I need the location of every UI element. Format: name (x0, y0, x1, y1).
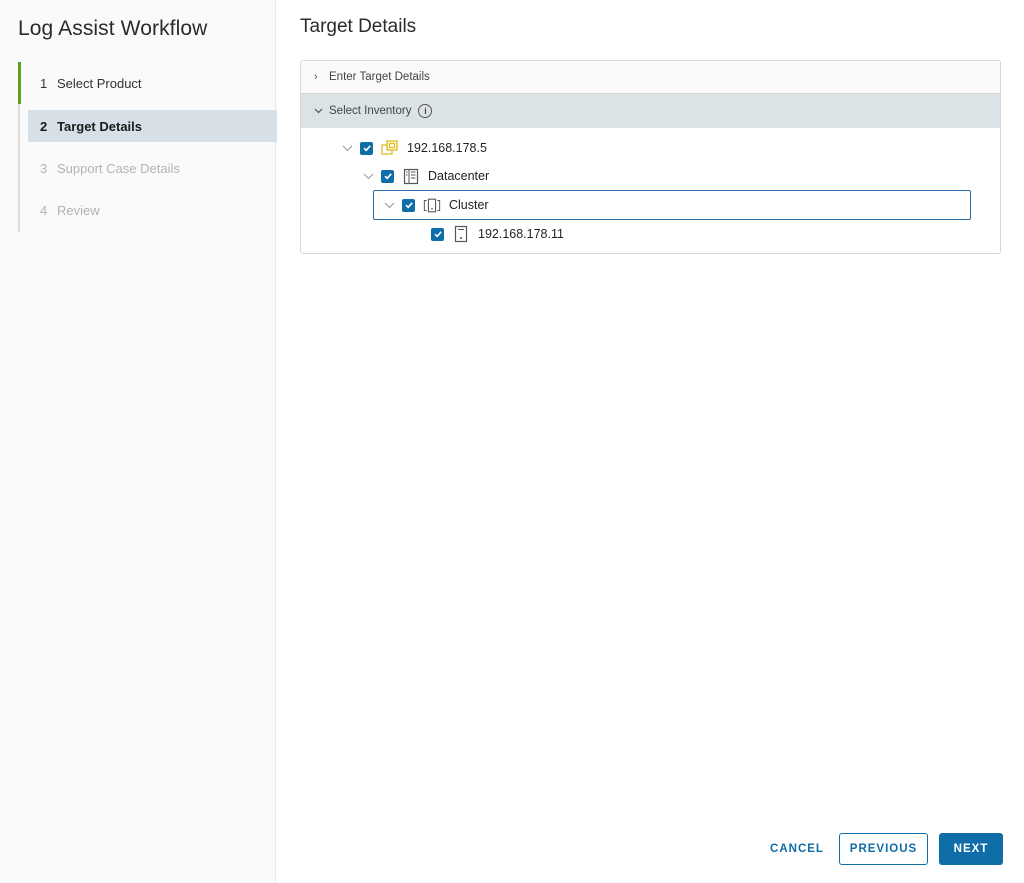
tree-expand-icon[interactable] (359, 169, 377, 183)
next-button[interactable]: NEXT (939, 833, 1003, 865)
cluster-icon (423, 196, 441, 214)
step-label: Support Case Details (57, 160, 180, 176)
tree-checkbox[interactable] (402, 198, 415, 212)
step-target-details[interactable]: 2 Target Details (28, 110, 277, 142)
tree-node-cluster[interactable]: Cluster (380, 193, 489, 217)
previous-button[interactable]: PREVIOUS (839, 833, 928, 865)
tree-expand-icon[interactable] (380, 198, 398, 212)
tree-node-host[interactable]: 192.168.178.11 (431, 222, 564, 246)
step-select-product[interactable]: 1 Select Product (18, 62, 274, 104)
step-label: Target Details (57, 118, 143, 134)
datacenter-icon (402, 167, 420, 185)
step-review: 4 Review (20, 194, 276, 226)
tree-node-label: Datacenter (428, 169, 490, 183)
tree-node-datacenter[interactable]: Datacenter (359, 164, 489, 188)
tree-node-label: Cluster (449, 198, 489, 212)
vcenter-icon (381, 139, 399, 157)
tree-checkbox[interactable] (360, 141, 373, 155)
step-label: Select Product (57, 75, 142, 91)
step-number: 4 (40, 202, 48, 218)
step-number: 2 (40, 118, 48, 134)
tree-node-vcenter[interactable]: 192.168.178.5 (338, 136, 487, 160)
accordion-select-inventory[interactable]: Select Inventory i (301, 94, 1000, 128)
host-icon (452, 225, 470, 243)
tree-node-label: 192.168.178.5 (407, 141, 487, 155)
tree-checkbox[interactable] (431, 227, 444, 241)
chevron-right-icon: › (314, 71, 318, 83)
tree-node-label: 192.168.178.11 (478, 227, 564, 241)
accordion-label: Select Inventory (329, 105, 412, 117)
page-title: Target Details (300, 16, 417, 37)
step-number: 1 (40, 75, 48, 91)
accordion-label: Enter Target Details (329, 71, 430, 83)
target-details-panel: › Enter Target Details Select Inventory … (300, 60, 1001, 254)
chevron-down-icon (314, 105, 324, 117)
tree-expand-icon[interactable] (338, 141, 356, 155)
workflow-sidebar: Log Assist Workflow 1 Select Product 2 T… (0, 0, 277, 883)
step-label: Review (57, 202, 100, 218)
step-list: 1 Select Product 2 Target Details 3 Supp… (18, 62, 277, 232)
workflow-title: Log Assist Workflow (18, 17, 208, 40)
info-icon[interactable]: i (418, 104, 433, 118)
accordion-enter-target-details[interactable]: › Enter Target Details (301, 61, 1000, 94)
cancel-button[interactable]: CANCEL (764, 833, 830, 865)
tree-checkbox[interactable] (381, 169, 394, 183)
step-support-case-details: 3 Support Case Details (20, 152, 276, 184)
step-number: 3 (40, 160, 48, 176)
